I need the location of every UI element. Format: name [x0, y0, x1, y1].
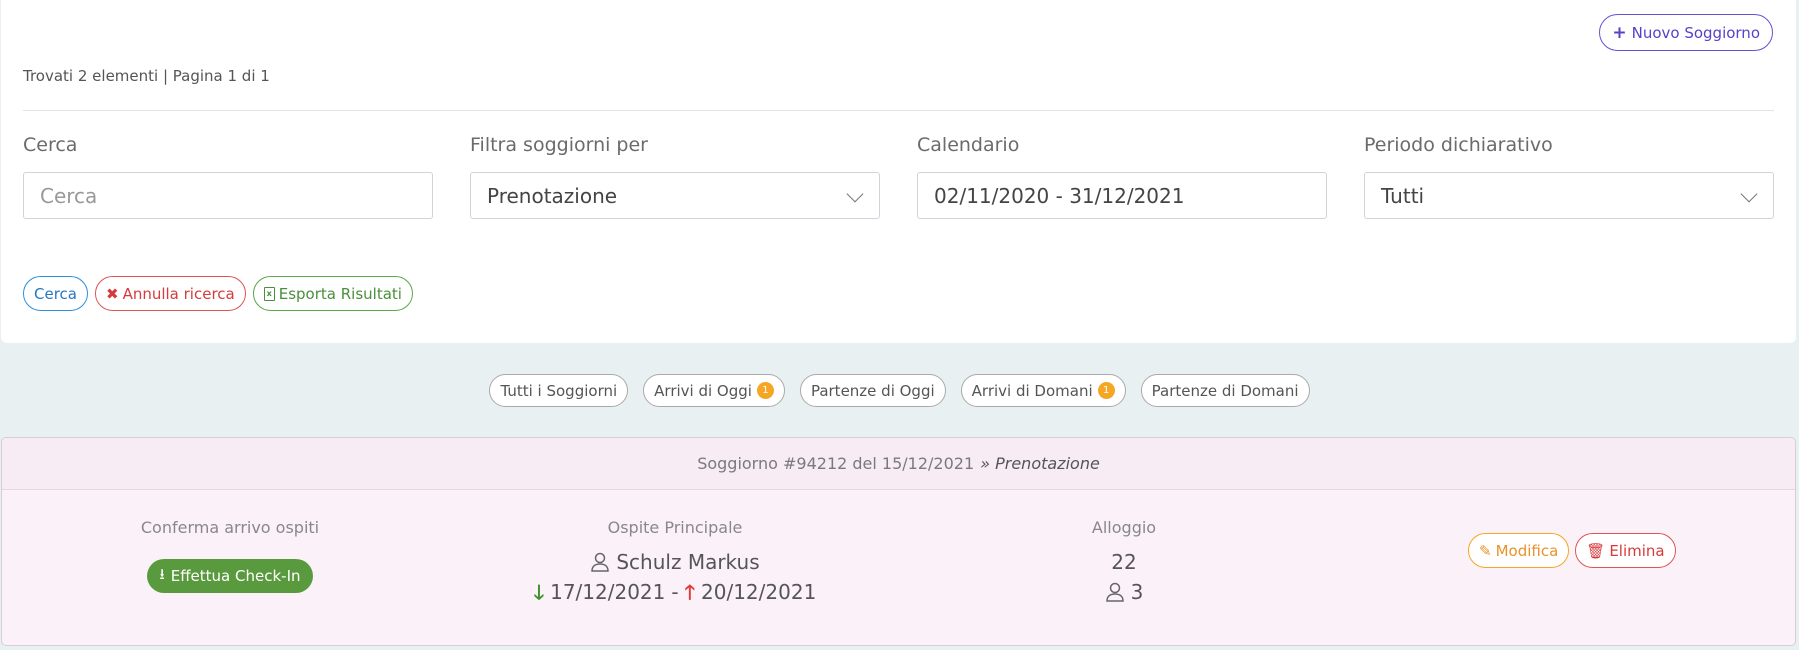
- filter-value: Prenotazione: [487, 183, 618, 208]
- delete-button[interactable]: 🗑 Elimina: [1575, 533, 1676, 568]
- period-label: Periodo dichiarativo: [1364, 134, 1553, 156]
- period-select[interactable]: Tutti: [1364, 172, 1774, 219]
- cancel-search-label: Annulla ricerca: [122, 284, 235, 303]
- search-button-label: Cerca: [34, 284, 77, 303]
- arrival-date: 17/12/2021: [550, 580, 666, 604]
- download-icon: ⭳: [159, 564, 165, 583]
- filter-all-stays-label: Tutti i Soggiorni: [500, 381, 618, 400]
- filter-all-stays[interactable]: Tutti i Soggiorni: [489, 374, 629, 407]
- excel-file-icon: x: [263, 286, 275, 301]
- delete-label: Elimina: [1609, 541, 1665, 560]
- trash-icon: 🗑: [1586, 541, 1606, 560]
- lodging-column: Alloggio 22 3: [1024, 518, 1224, 607]
- period-field: Periodo dichiarativo Tutti: [1364, 134, 1774, 219]
- chevron-down-icon: [846, 185, 864, 203]
- checkin-label: Effettua Check-In: [170, 567, 301, 585]
- guest-name: Schulz Markus: [616, 550, 760, 574]
- stay-title: Soggiorno #94212 del 15/12/2021: [697, 454, 975, 473]
- filter-departures-today-label: Partenze di Oggi: [810, 381, 935, 400]
- stay-dates-row: 🡓 17/12/2021 - 🡑 20/12/2021: [525, 577, 825, 607]
- filter-select[interactable]: Prenotazione: [470, 172, 880, 219]
- filter-departures-today[interactable]: Partenze di Oggi: [799, 374, 946, 407]
- search-input[interactable]: [40, 183, 416, 208]
- chevron-down-icon: [1740, 185, 1758, 203]
- departure-date: 20/12/2021: [701, 580, 817, 604]
- filter-arrivals-today-label: Arrivi di Oggi: [654, 381, 752, 400]
- period-value: Tutti: [1381, 183, 1425, 208]
- checkin-column: Conferma arrivo ospiti ⭳ Effettua Check-…: [130, 518, 330, 593]
- export-label: Esporta Risultati: [278, 284, 402, 303]
- plus-icon: +: [1612, 22, 1627, 43]
- search-label: Cerca: [23, 134, 78, 156]
- count-badge: 1: [756, 382, 774, 399]
- edit-button[interactable]: ✎ Modifica: [1468, 533, 1570, 568]
- checkin-button[interactable]: ⭳ Effettua Check-In: [147, 559, 313, 593]
- calendar-value: 02/11/2020 - 31/12/2021: [934, 183, 1185, 208]
- guest-count: 3: [1130, 580, 1144, 604]
- search-panel: + Nuovo Soggiorno Trovati 2 elementi | P…: [1, 0, 1796, 343]
- stay-actions: ✎ Modifica 🗑 Elimina: [1468, 533, 1676, 568]
- user-icon: [591, 552, 610, 572]
- close-icon: ✖: [105, 284, 119, 303]
- quick-filters: Tutti i Soggiorni Arrivi di Oggi 1 Parte…: [0, 374, 1799, 407]
- new-stay-label: Nuovo Soggiorno: [1631, 23, 1760, 42]
- filter-field: Filtra soggiorni per Prenotazione: [470, 134, 880, 219]
- stay-header: Soggiorno #94212 del 15/12/2021 » Prenot…: [2, 438, 1795, 490]
- guest-column: Ospite Principale Schulz Markus 🡓 17/12/…: [525, 518, 825, 607]
- calendar-label: Calendario: [917, 134, 1020, 156]
- filter-label: Filtra soggiorni per: [470, 134, 648, 156]
- edit-icon: ✎: [1479, 541, 1492, 560]
- confirm-arrival-label: Conferma arrivo ospiti: [140, 518, 320, 537]
- calendar-field: Calendario 02/11/2020 - 31/12/2021: [917, 134, 1327, 219]
- user-icon: [1105, 582, 1124, 602]
- filter-arrivals-tomorrow[interactable]: Arrivi di Domani 1: [960, 374, 1126, 407]
- arrow-up-icon: 🡑: [684, 580, 696, 604]
- results-count: Trovati 2 elementi | Pagina 1 di 1: [23, 67, 270, 85]
- filter-departures-tomorrow[interactable]: Partenze di Domani: [1140, 374, 1310, 407]
- stay-type: » Prenotazione: [980, 454, 1100, 473]
- main-guest-label: Ospite Principale: [607, 518, 743, 537]
- arrow-down-icon: 🡓: [533, 580, 545, 604]
- filter-departures-tomorrow-label: Partenze di Domani: [1151, 381, 1299, 400]
- guest-name-row: Schulz Markus: [525, 547, 825, 577]
- filter-arrivals-tomorrow-label: Arrivi di Domani: [971, 381, 1093, 400]
- search-actions: Cerca ✖ Annulla ricerca x Esporta Risult…: [23, 276, 413, 311]
- count-badge: 1: [1097, 382, 1115, 399]
- filter-arrivals-today[interactable]: Arrivi di Oggi 1: [643, 374, 785, 407]
- lodging-value: 22: [1111, 550, 1137, 574]
- lodging-label: Alloggio: [1091, 518, 1157, 537]
- export-button[interactable]: x Esporta Risultati: [252, 276, 413, 311]
- search-box: [23, 172, 433, 219]
- divider: [23, 110, 1774, 111]
- calendar-input[interactable]: 02/11/2020 - 31/12/2021: [917, 172, 1327, 219]
- new-stay-button[interactable]: + Nuovo Soggiorno: [1599, 14, 1773, 51]
- stay-card: Soggiorno #94212 del 15/12/2021 » Prenot…: [1, 437, 1796, 646]
- search-button[interactable]: Cerca: [23, 276, 88, 311]
- date-separator: -: [671, 580, 679, 604]
- cancel-search-button[interactable]: ✖ Annulla ricerca: [94, 276, 246, 311]
- guest-count-row: 3: [1024, 577, 1224, 607]
- search-field: Cerca: [23, 134, 433, 219]
- edit-label: Modifica: [1495, 541, 1559, 560]
